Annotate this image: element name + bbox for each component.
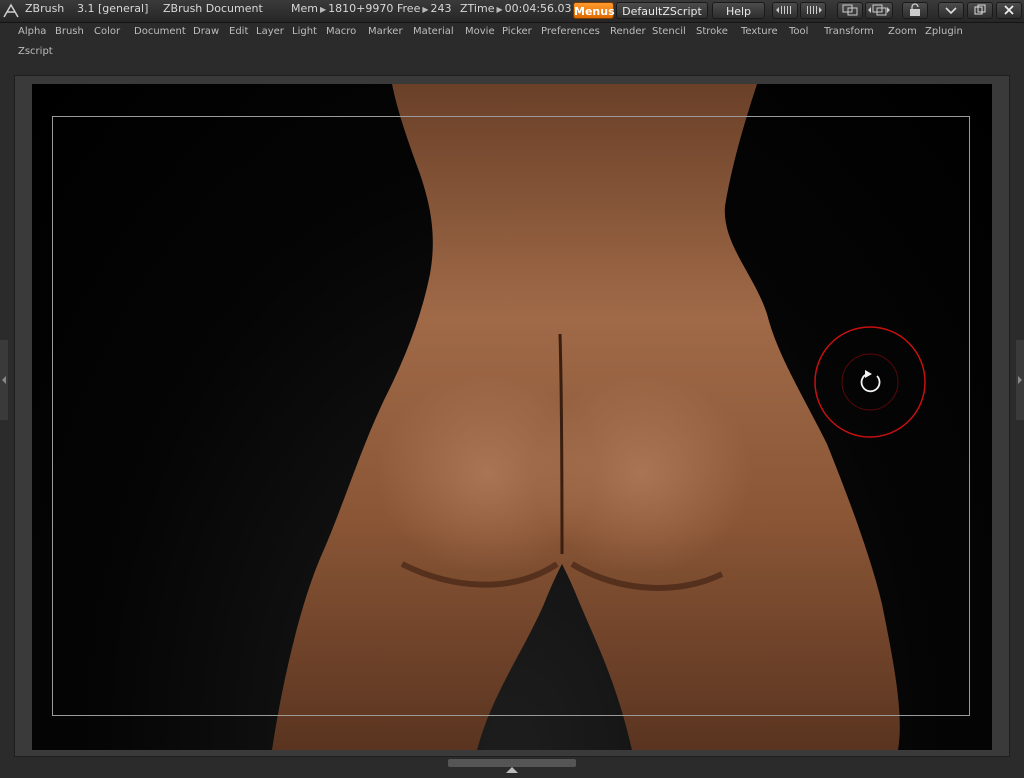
menu-zoom[interactable]: Zoom [888,26,917,37]
menu-light[interactable]: Light [292,26,317,37]
help-button[interactable]: Help [712,2,765,19]
menu-alpha[interactable]: Alpha [18,26,46,37]
menu-color[interactable]: Color [94,26,120,37]
layout-toggle-icon[interactable] [837,2,863,19]
mem-value: 1810+9970 [328,2,394,15]
left-tray-toggle[interactable] [0,340,8,420]
minimize-icon[interactable] [938,2,964,19]
lock-icon[interactable] [902,2,928,19]
menu-picker[interactable]: Picker [502,26,532,37]
menu-transform[interactable]: Transform [824,26,874,37]
mem-label: Mem [291,2,318,15]
ztime-readout: ZTime ▶ 00:04:56.03 [460,2,572,15]
menu-material[interactable]: Material [413,26,454,37]
menu-document[interactable]: Document [134,26,186,37]
free-value: 243 [430,2,452,15]
menu-zscript[interactable]: Zscript [18,46,53,57]
right-tray-toggle[interactable] [1016,340,1024,420]
rotate-icon [814,326,926,438]
menu-layer[interactable]: Layer [256,26,284,37]
ztime-label: ZTime [460,2,495,15]
menu-zplugin[interactable]: Zplugin [925,26,963,37]
menu-edit[interactable]: Edit [229,26,248,37]
document-name: ZBrush Document [163,2,263,15]
menu-draw[interactable]: Draw [193,26,219,37]
menu-stroke[interactable]: Stroke [696,26,728,37]
app-name: ZBrush [25,2,65,15]
restore-icon[interactable] [967,2,993,19]
menu-movie[interactable]: Movie [465,26,495,37]
free-readout: Free ▶ 243 [397,2,452,15]
arrow-right-icon: ▶ [422,5,429,14]
layout-switch-icon[interactable] [865,2,893,19]
title-bar: ZBrush 3.1 [general] ZBrush Document Mem… [0,0,1024,23]
free-label: Free [397,2,421,15]
arrow-right-icon: ▶ [496,5,503,14]
menu-macro[interactable]: Macro [326,26,356,37]
ztime-value: 00:04:56.03 [504,2,572,15]
menu-preferences[interactable]: Preferences [541,26,600,37]
memory-readout: Mem ▶ 1810+9970 [291,2,393,15]
menu-texture[interactable]: Texture [741,26,778,37]
tray-right-icon[interactable] [800,2,826,19]
menu-tool[interactable]: Tool [789,26,808,37]
arrow-right-icon: ▶ [319,5,327,14]
version-label: 3.1 [general] [77,2,149,15]
menu-bar: Alpha Brush Color Document Draw Edit Lay… [0,23,1024,63]
bottom-tray-toggle[interactable] [448,759,576,773]
menu-render[interactable]: Render [610,26,646,37]
menu-marker[interactable]: Marker [368,26,403,37]
tray-left-icon[interactable] [772,2,798,19]
menus-button[interactable]: Menus [573,2,615,19]
menu-brush[interactable]: Brush [55,26,84,37]
default-zscript-button[interactable]: DefaultZScript [616,2,708,19]
document-canvas[interactable] [32,84,992,750]
menu-stencil[interactable]: Stencil [652,26,686,37]
zbrush-logo-icon[interactable] [2,2,20,20]
close-icon[interactable] [996,2,1022,19]
